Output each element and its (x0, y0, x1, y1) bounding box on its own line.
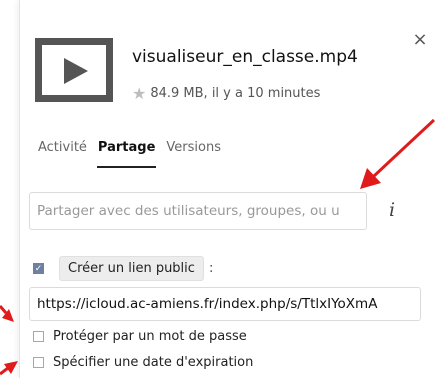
arrow-to-link-field (0, 305, 14, 322)
file-meta: ★ 84.9 MB, il y a 10 minutes (132, 86, 321, 102)
tab-partage[interactable]: Partage (96, 140, 157, 168)
close-icon[interactable]: × (412, 31, 428, 49)
favorite-star-icon[interactable]: ★ (132, 86, 146, 102)
file-meta-text: 84.9 MB, il y a 10 minutes (150, 86, 321, 101)
public-link-row: ✓ Créer un lien public : (33, 256, 213, 281)
arrow-to-options (0, 361, 18, 376)
create-public-link-button[interactable]: Créer un lien public (59, 256, 204, 281)
file-name: visualiseur_en_classe.mp4 (132, 47, 358, 67)
info-icon[interactable]: i (389, 199, 395, 221)
password-option-row: Protéger par un mot de passe (33, 329, 247, 344)
password-option-label: Protéger par un mot de passe (53, 329, 247, 344)
expiration-option-row: Spécifier une date d'expiration (33, 355, 253, 370)
video-play-icon (35, 38, 113, 102)
password-checkbox[interactable] (33, 331, 44, 342)
public-link-checkbox[interactable]: ✓ (33, 263, 44, 274)
public-link-url-field[interactable] (29, 287, 421, 321)
tab-activite[interactable]: Activité (37, 140, 88, 170)
share-with-input[interactable] (29, 192, 367, 230)
tab-bar: Activité Partage Versions (37, 140, 222, 170)
expiration-checkbox[interactable] (33, 357, 44, 368)
expiration-option-label: Spécifier une date d'expiration (53, 355, 254, 370)
public-link-colon: : (208, 261, 214, 276)
tab-versions[interactable]: Versions (165, 140, 222, 170)
